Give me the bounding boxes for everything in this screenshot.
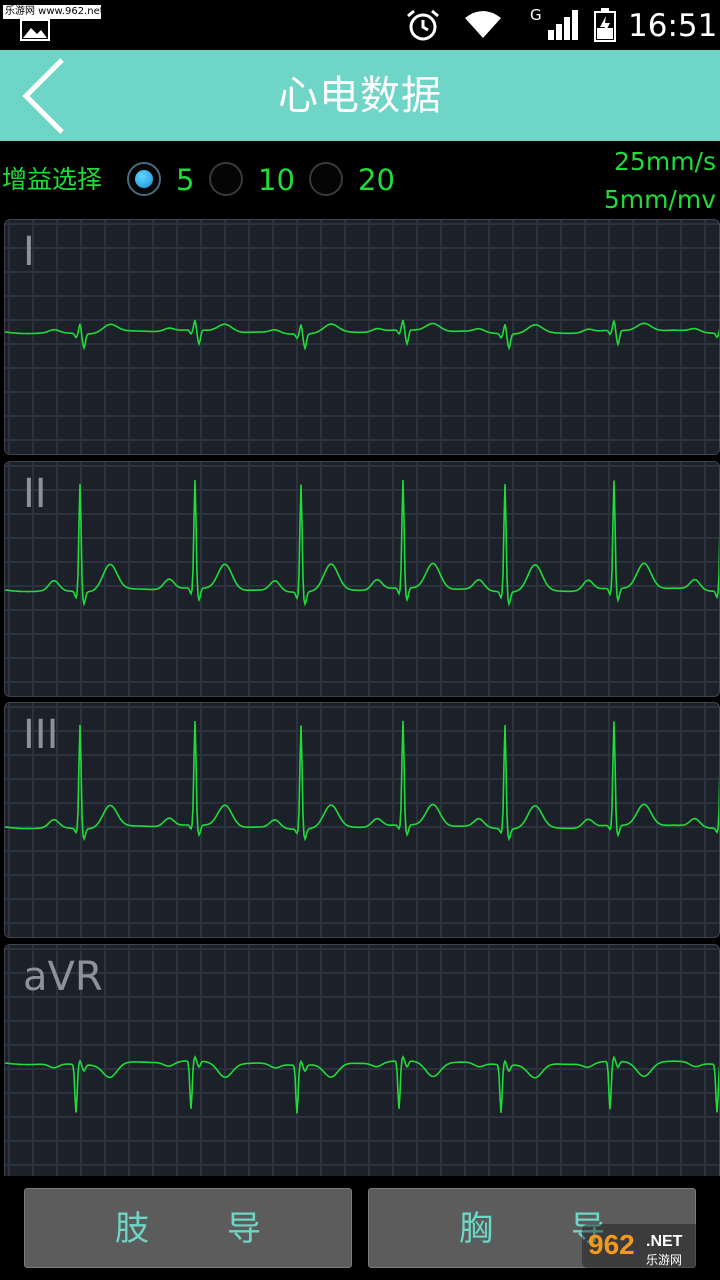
signal-icon [548,10,578,40]
gain-radio-10[interactable] [209,162,243,196]
paper-speed: 25mm/s [614,147,716,176]
battery-charging-icon [594,8,616,42]
status-bar: 乐游网 www.962.net G 16:51 [0,0,720,50]
gain-selector: 增益选择 5 10 20 25mm/s 5mm/mv [0,141,720,217]
lead-label: II [23,471,47,517]
bottom-bar: 肢导 胸导 962 .NET 乐游网 [0,1176,720,1280]
ecg-trace-lead-ii [5,462,719,696]
network-type: G [530,6,542,24]
ecg-waveform [5,1054,719,1114]
title-bar: 心电数据 [0,50,720,141]
gain-option-10-label: 10 [258,163,295,197]
gain-option-5-label: 5 [176,163,195,197]
watermark-label: 乐游网 www.962.net [3,5,101,19]
site-watermark-logo: 962 .NET 乐游网 [582,1224,712,1268]
ecg-panel-lead-avr: aVR [4,944,720,1184]
image-icon [20,19,50,41]
ecg-panel-lead-i: I [4,219,720,455]
gain-label: 增益选择 [2,165,103,194]
lead-label: aVR [23,954,103,1000]
sensitivity: 5mm/mv [603,185,716,214]
ecg-panel-lead-ii: II [4,461,720,697]
wifi-icon [465,11,501,38]
clock: 16:51 [628,8,718,44]
ecg-trace-lead-iii [5,703,719,937]
alarm-icon [407,9,439,41]
ecg-panel-lead-iii: III [4,702,720,938]
svg-text:乐游网: 乐游网 [646,1253,682,1267]
svg-text:962: 962 [588,1229,635,1260]
page-title: 心电数据 [278,73,442,119]
gain-option-20-label: 20 [358,163,395,197]
ecg-trace-lead-i [5,220,719,454]
lead-label: I [23,229,35,275]
svg-text:.NET: .NET [646,1233,683,1250]
ecg-trace-lead-avr [5,945,719,1183]
lead-label: III [23,712,59,758]
gain-radio-5[interactable] [127,162,161,196]
limb-leads-button[interactable]: 肢导 [24,1188,352,1268]
gain-radio-20[interactable] [309,162,343,196]
